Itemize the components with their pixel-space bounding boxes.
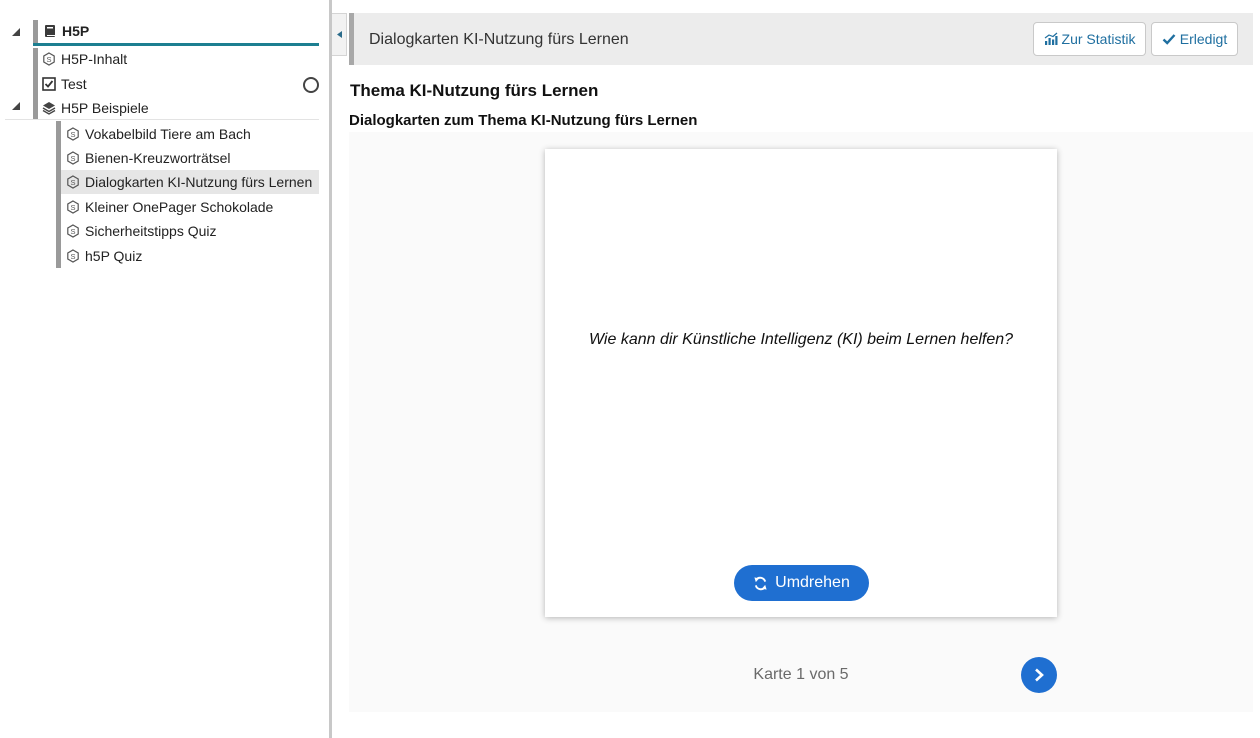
svg-text:S: S [70,227,75,236]
course-tree-sidebar: H5P S H5P-Inhalt Test H5P Beispiele S Vo… [0,0,329,738]
h5p-icon: S [66,249,80,263]
sidebar-item-label: Bienen-Kreuzworträtsel [85,150,231,166]
sidebar-item-sicherheitstipps[interactable]: S Sicherheitstipps Quiz [66,220,217,242]
svg-text:S: S [70,178,75,187]
sidebar-item-dialogkarten[interactable]: S Dialogkarten KI-Nutzung fürs Lernen [66,171,312,193]
h5p-icon: S [66,127,80,141]
sidebar-splitter[interactable] [329,0,332,738]
svg-text:S: S [70,154,75,163]
active-root-underline [33,43,319,46]
tree-level-bar [33,20,38,43]
sidebar-item-h5p-quiz[interactable]: S h5P Quiz [66,245,142,267]
svg-text:S: S [70,252,75,261]
checkmark-icon [1162,34,1176,45]
flip-card-button-label: Umdrehen [775,574,850,591]
dialog-card: Wie kann dir Künstliche Intelligenz (KI)… [545,149,1057,617]
chevron-right-icon [1035,668,1044,682]
book-icon [43,24,57,38]
svg-text:S: S [70,203,75,212]
checkbox-icon [42,77,56,91]
sidebar-item-label: Vokabelbild Tiere am Bach [85,126,251,142]
not-done-circle-icon [303,77,319,93]
page-title: Thema KI-Nutzung fürs Lernen [350,81,599,100]
done-button[interactable]: Erledigt [1151,22,1238,56]
sidebar-item-vokabelbild[interactable]: S Vokabelbild Tiere am Bach [66,123,251,145]
flip-card-button[interactable]: Umdrehen [734,565,869,601]
statistics-button-label: Zur Statistik [1061,31,1136,47]
sidebar-item-label: Dialogkarten KI-Nutzung fürs Lernen [85,174,313,190]
sidebar-item-kreuzwortraetsel[interactable]: S Bienen-Kreuzworträtsel [66,147,231,169]
sidebar-item-label: Kleiner OnePager Schokolade [85,199,274,215]
h5p-icon: S [66,175,80,189]
tree-level-bar [33,48,38,120]
sidebar-item-h5p-inhalt[interactable]: S H5P-Inhalt [42,48,127,70]
card-question-text: Wie kann dir Künstliche Intelligenz (KI)… [588,331,1014,348]
sidebar-item-label: Test [61,76,87,92]
sidebar-item-label: H5P Beispiele [61,100,149,116]
layers-icon [42,101,56,115]
h5p-icon: S [66,224,80,238]
chevron-left-icon [336,31,342,38]
sidebar-item-label: H5P-Inhalt [61,51,128,67]
sidebar-item-label: Sicherheitstipps Quiz [85,223,217,239]
collapse-sidebar-button[interactable] [332,13,347,56]
chart-icon [1044,32,1058,45]
expand-triangle-icon[interactable] [12,28,20,36]
next-card-button[interactable] [1021,657,1057,693]
done-button-label: Erledigt [1179,31,1228,47]
sidebar-item-h5p-beispiele[interactable]: H5P Beispiele [42,97,149,119]
h5p-icon: S [66,151,80,165]
h5p-content-title: Dialogkarten zum Thema KI-Nutzung fürs L… [349,112,698,129]
tree-root-h5p[interactable]: H5P [43,20,89,42]
h5p-icon: S [66,200,80,214]
expand-triangle-icon[interactable] [12,102,20,110]
sidebar-item-onepager[interactable]: S Kleiner OnePager Schokolade [66,196,273,218]
content-title: Dialogkarten KI-Nutzung fürs Lernen [369,31,629,48]
h5p-icon: S [42,52,56,66]
sidebar-item-test[interactable]: Test [42,73,87,95]
svg-text:S: S [46,55,51,64]
refresh-icon [754,576,767,590]
tree-divider [5,119,319,120]
header-accent-bar [349,13,354,65]
tree-root-label: H5P [62,23,90,39]
sidebar-item-label: h5P Quiz [85,248,143,264]
tree-level-bar [56,121,61,268]
svg-text:S: S [70,130,75,139]
statistics-button[interactable]: Zur Statistik [1033,22,1146,56]
card-progress-text: Karte 1 von 5 [753,666,849,683]
